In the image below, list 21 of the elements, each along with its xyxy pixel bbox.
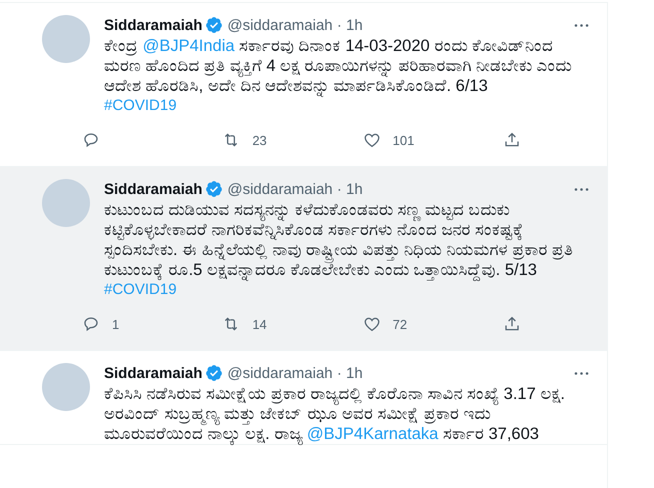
- handle-and-time[interactable]: @siddaramaiah · 1h: [227, 180, 363, 198]
- author-name[interactable]: Siddaramaiah: [104, 16, 202, 34]
- reply-icon[interactable]: [82, 315, 100, 333]
- handle-and-time[interactable]: @siddaramaiah · 1h: [227, 16, 363, 34]
- heart-icon[interactable]: [362, 315, 381, 333]
- tweet-text: ಕೆಪಿಸಿಸಿ ನಡೆಸಿರುವ ಸಮೀಕ್ಷೆಯ ಪ್ರಕಾರ ರಾಜ್ಯದಲ್ಲಿ ಕೊರೊನಾ ಸಾವಿನ ಸಂಖ್ಯೆ 3.17 ಲಕ್ಷ. ಅರವಿಂದ್ ಸುಬ್ರಹ್ಮಣ್ಯ ಮತ್ತು ಜೇಕಬ್ ಝೂ ಅವರ ಸಮೀಕ್ಷೆ ಪ್ರಕಾರ ಇದು ಮೂರುವರೆಯಿಂದ ನಾಲ್ಕು ಲಕ್ಷ. ರಾಜ್ಯ @BJP4Karnataka ಸರ್ಕಾರ 37,603: [104, 384, 566, 444]
- heart-icon[interactable]: [362, 131, 381, 149]
- author-name[interactable]: Siddaramaiah: [104, 180, 202, 198]
- share-icon[interactable]: [502, 131, 521, 149]
- retweet-count: 23: [252, 132, 267, 148]
- retweet-count: 14: [252, 316, 267, 332]
- like-count: 101: [392, 132, 414, 148]
- tweet-text: ಕುಟುಂಬದ ದುಡಿಯುವ ಸದಸ್ಯನನ್ನು ಕಳೆದುಕೊಂಡವರು ಸಣ್ಣ ಮಟ್ಟದ ಬದುಕು ಕಟ್ಟಿಕೊಳ್ಳಬೇಕಾದರೆ ನಾಗರಿಕವೆನ್ನಿಸಿಕೊಂಡ ಸರ್ಕಾರಗಳು ನೊಂದ ಜನರ ಸಂಕಷ್ಟಕ್ಕೆ ಸ್ಪಂದಿಸಬೇಕು. ಈ ಹಿನ್ನೆಲೆಯಲ್ಲಿ ನಾವು ರಾಷ್ಟ್ರೀಯ ವಿಪತ್ತು ನಿಧಿಯ ನಿಯಮಗಳ ಪ್ರಕಾರ ಪ್ರತಿ ಕುಟುಂಬಕ್ಕೆ ರೂ.5 ಲಕ್ಷವನ್ನಾದರೂ ಕೊಡಲೇಬೇಕು ಎಂದು ಒತ್ತಾಯಿಸಿದ್ದೆವು. 5/13: [104, 200, 574, 280]
- like-count: 72: [392, 316, 408, 332]
- reply-count: 1: [112, 316, 120, 332]
- reply-icon[interactable]: [82, 131, 100, 149]
- author-name[interactable]: Siddaramaiah: [104, 364, 202, 382]
- handle-and-time[interactable]: @siddaramaiah · 1h: [227, 364, 363, 382]
- tweet-text: ಕೇಂದ್ರ @BJP4India ಸರ್ಕಾರವು ದಿನಾಂಕ 14-03-2020 ರಂದು ಕೋವಿಡ್‌ನಿಂದ ಮರಣ ಹೊಂದಿದ ಪ್ರತಿ ವ್ಯಕ್ತಿಗೆ 4 ಲಕ್ಷ ರೂಪಾಯಿಗಳನ್ನು ಪರಿಹಾರವಾಗಿ ನೀಡಬೇಕು ಎಂದು ಆದೇಶ ಹೊರಡಿಸಿ, ಅದೇ ದಿನ ಆದೇಶವನ್ನು ಮಾರ್ಪಡಿಸಿಕೊಂಡಿದೆ. 6/13: [104, 36, 572, 96]
- share-icon[interactable]: [502, 315, 521, 333]
- tweet-card[interactable]: [0, 167, 607, 351]
